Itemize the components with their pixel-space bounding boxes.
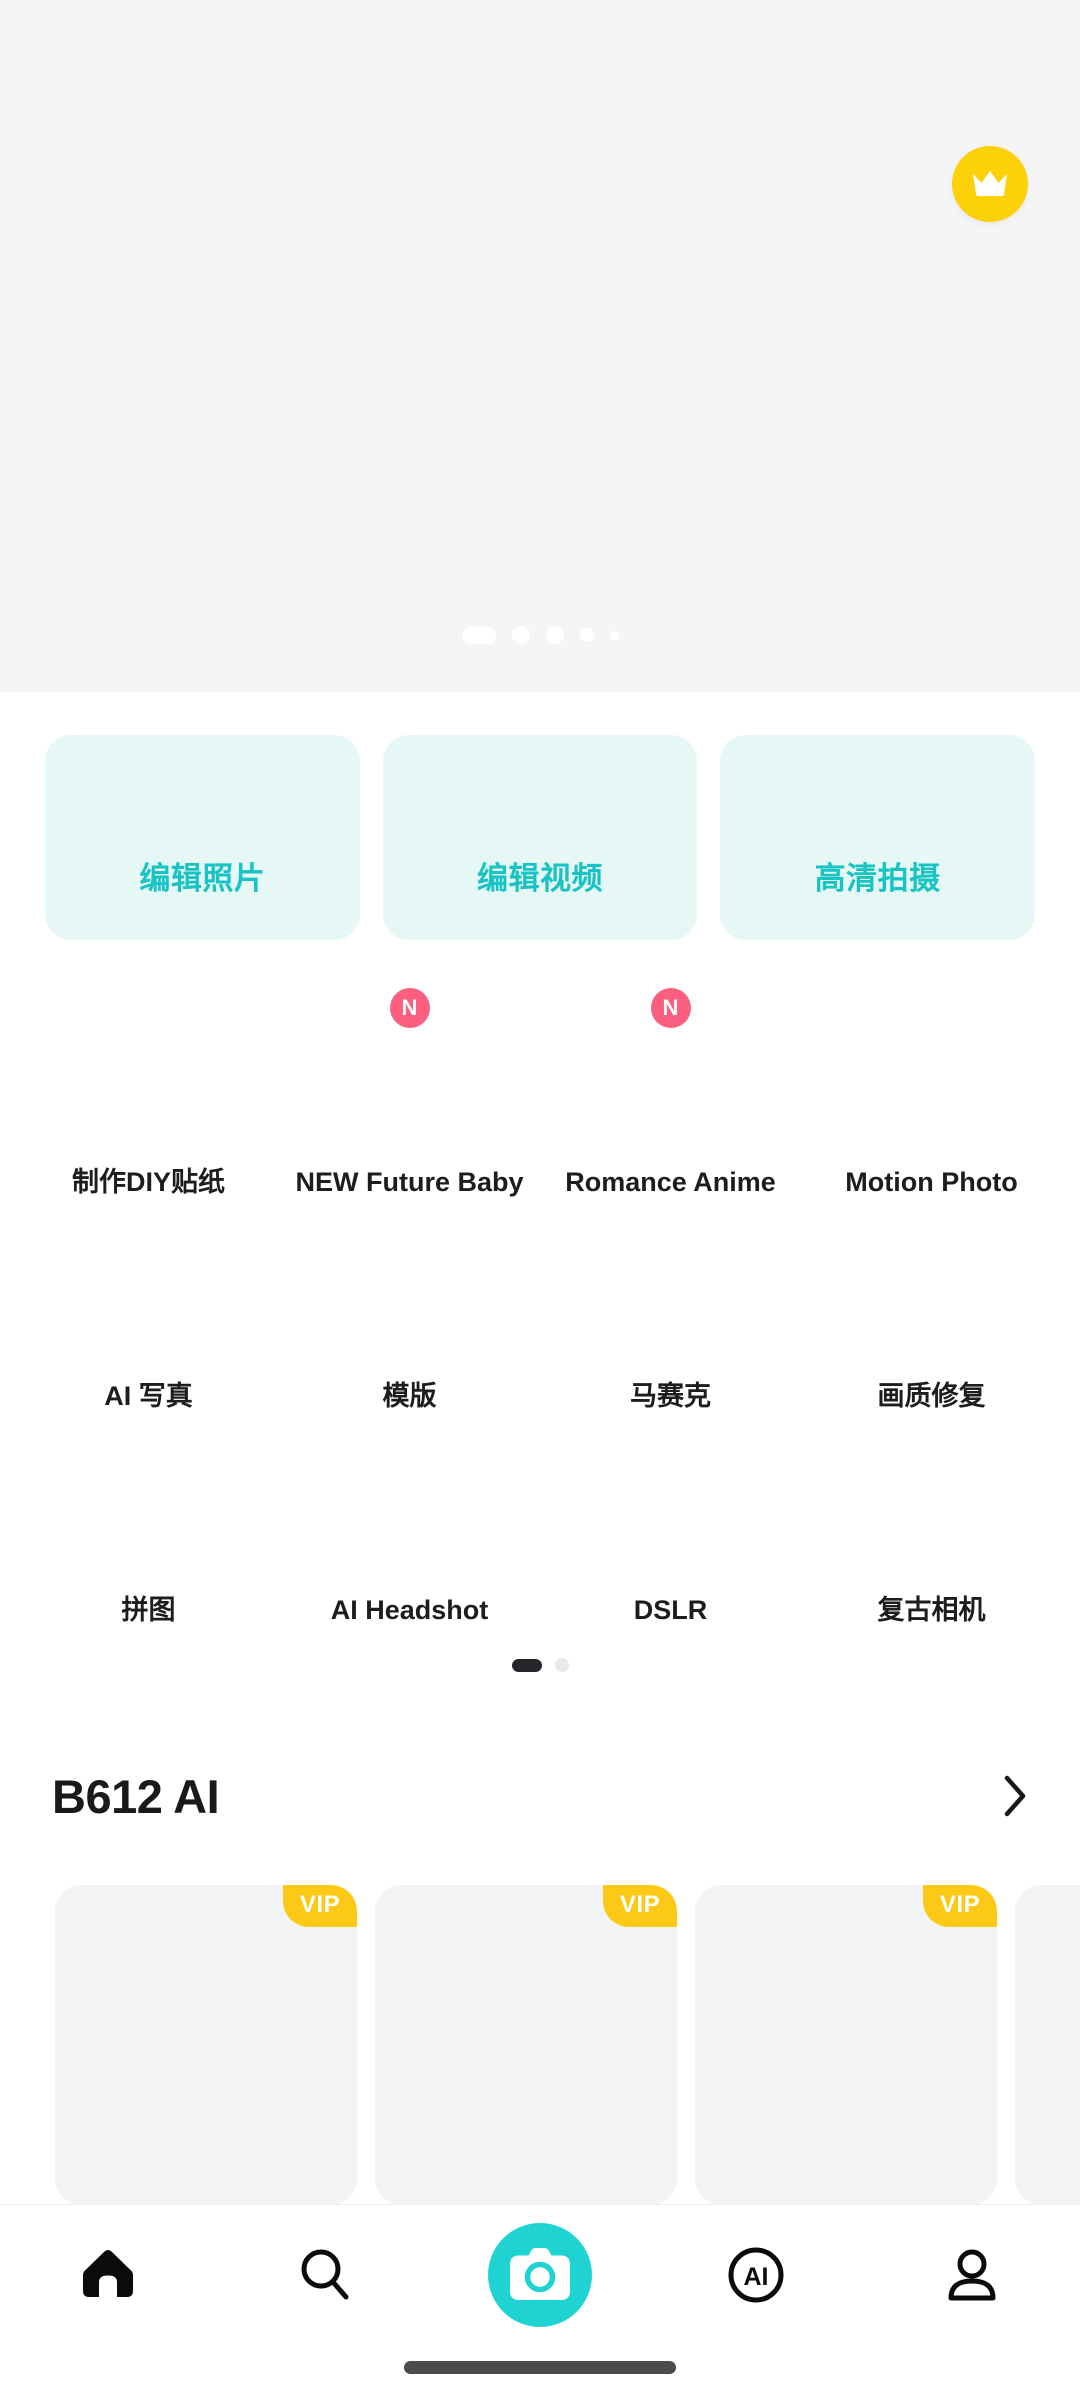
banner-dot[interactable] xyxy=(579,628,594,642)
ai-card[interactable]: VIP xyxy=(695,1885,997,2205)
quick-actions-row: 编辑照片 编辑视频 高清拍摄 xyxy=(0,735,1080,940)
quick-action-hd-capture[interactable]: 高清拍摄 xyxy=(720,735,1036,940)
nav-item-camera[interactable] xyxy=(432,2205,648,2345)
new-badge: N xyxy=(650,988,691,1028)
feature-item-future-baby[interactable]: N NEW Future Baby xyxy=(279,988,540,1214)
ai-card[interactable]: VIP xyxy=(375,1885,677,2205)
feature-item-label: 拼图 xyxy=(121,1595,176,1626)
promo-banner-carousel[interactable] xyxy=(0,0,1080,692)
feature-item-dslr[interactable]: DSLR xyxy=(540,1428,801,1642)
banner-dot[interactable] xyxy=(511,626,530,644)
feature-thumbnail xyxy=(605,1438,737,1570)
app-root: 编辑照片 编辑视频 高清拍摄 制作DIY贴纸 N NEW Future Baby… xyxy=(0,0,1080,2400)
feature-item-quality-restore[interactable]: 画质修复 xyxy=(801,1214,1062,1428)
feature-grid-row: AI 写真 模版 马赛克 画质修复 xyxy=(18,1214,1062,1428)
new-badge: N xyxy=(389,988,430,1028)
section-title: B612 AI xyxy=(52,1769,220,1823)
feature-item-label: 模版 xyxy=(382,1381,437,1412)
feature-item-retro-camera[interactable]: 复古相机 xyxy=(801,1428,1062,1642)
quick-action-label: 高清拍摄 xyxy=(814,861,941,896)
home-icon xyxy=(83,2250,133,2297)
quick-action-edit-photo[interactable]: 编辑照片 xyxy=(45,735,360,940)
grid-dot[interactable] xyxy=(554,1658,569,1672)
feature-item-diy-sticker[interactable]: 制作DIY贴纸 xyxy=(18,1000,279,1214)
feature-item-label: Romance Anime xyxy=(565,1167,776,1198)
camera-shutter-button[interactable] xyxy=(488,2223,592,2327)
feature-item-template[interactable]: 模版 xyxy=(279,1214,540,1428)
feature-item-ai-headshot[interactable]: AI Headshot xyxy=(279,1428,540,1642)
feature-thumbnail xyxy=(83,1438,215,1570)
feature-item-label: 马赛克 xyxy=(630,1381,711,1412)
ai-card[interactable]: VIP xyxy=(55,1885,357,2205)
quick-action-label: 编辑视频 xyxy=(477,861,603,896)
feature-item-label: AI 写真 xyxy=(104,1381,193,1412)
banner-dot[interactable] xyxy=(545,626,564,644)
feature-thumbnail xyxy=(83,1224,215,1356)
vip-badge: VIP xyxy=(922,1885,997,1927)
chevron-right-icon xyxy=(1004,1775,1026,1817)
person-icon xyxy=(948,2249,996,2301)
nav-item-discover[interactable] xyxy=(216,2205,432,2345)
feature-item-label: 画质修复 xyxy=(877,1381,986,1412)
vip-crown-button[interactable] xyxy=(952,146,1028,222)
feature-thumbnail xyxy=(344,1438,476,1570)
feature-thumbnail xyxy=(83,1010,215,1142)
feature-thumbnail xyxy=(866,1010,998,1142)
section-more-button[interactable] xyxy=(1002,1774,1028,1818)
grid-dot-active[interactable] xyxy=(511,1658,542,1672)
nav-item-profile[interactable] xyxy=(864,2205,1080,2345)
feature-grid-row: 拼图 AI Headshot DSLR 复古相机 xyxy=(18,1428,1062,1642)
feature-thumbnail xyxy=(344,1224,476,1356)
ai-circle-icon: AI xyxy=(728,2247,784,2303)
crown-icon xyxy=(973,171,1007,196)
feature-item-motion-photo[interactable]: Motion Photo xyxy=(801,1000,1062,1214)
banner-dot[interactable] xyxy=(609,630,619,640)
camera-icon xyxy=(510,2248,570,2300)
banner-page-indicator xyxy=(0,626,1080,644)
feature-thumbnail xyxy=(605,1010,737,1142)
b612-ai-section-header[interactable]: B612 AI xyxy=(0,1760,1080,1832)
feature-item-collage[interactable]: 拼图 xyxy=(18,1428,279,1642)
feature-item-label: Motion Photo xyxy=(845,1167,1018,1198)
nav-item-home[interactable] xyxy=(0,2205,216,2345)
feature-thumbnail xyxy=(344,1010,476,1142)
system-home-indicator xyxy=(404,2361,676,2374)
feature-item-label: AI Headshot xyxy=(330,1595,489,1626)
feature-item-romance-anime[interactable]: N Romance Anime xyxy=(540,988,801,1214)
feature-item-mosaic[interactable]: 马赛克 xyxy=(540,1214,801,1428)
feature-grid: 制作DIY贴纸 N NEW Future Baby N Romance Anim… xyxy=(0,988,1080,1642)
vip-badge: VIP xyxy=(602,1885,677,1927)
feature-item-ai-portrait[interactable]: AI 写真 xyxy=(18,1214,279,1428)
feature-thumbnail xyxy=(866,1224,998,1356)
feature-item-label: DSLR xyxy=(633,1595,708,1626)
feature-grid-page-indicator xyxy=(0,1658,1080,1672)
ai-card[interactable] xyxy=(1015,1885,1080,2205)
feature-thumbnail xyxy=(866,1438,998,1570)
search-icon xyxy=(301,2249,349,2300)
feature-item-label: 复古相机 xyxy=(877,1595,986,1626)
vip-badge: VIP xyxy=(282,1885,357,1927)
feature-thumbnail xyxy=(605,1224,737,1356)
b612-ai-card-carousel[interactable]: VIP VIP VIP xyxy=(0,1885,1080,2205)
svg-text:AI: AI xyxy=(744,2263,769,2291)
feature-item-label: 制作DIY贴纸 xyxy=(71,1167,225,1198)
feature-item-label: NEW Future Baby xyxy=(295,1167,524,1198)
quick-action-label: 编辑照片 xyxy=(139,861,266,896)
quick-action-edit-video[interactable]: 编辑视频 xyxy=(382,735,698,940)
nav-item-ai[interactable]: AI xyxy=(648,2205,864,2345)
feature-grid-row: 制作DIY贴纸 N NEW Future Baby N Romance Anim… xyxy=(18,988,1062,1214)
bottom-navigation-bar: AI xyxy=(0,2204,1080,2400)
banner-dot-active[interactable] xyxy=(461,626,496,644)
